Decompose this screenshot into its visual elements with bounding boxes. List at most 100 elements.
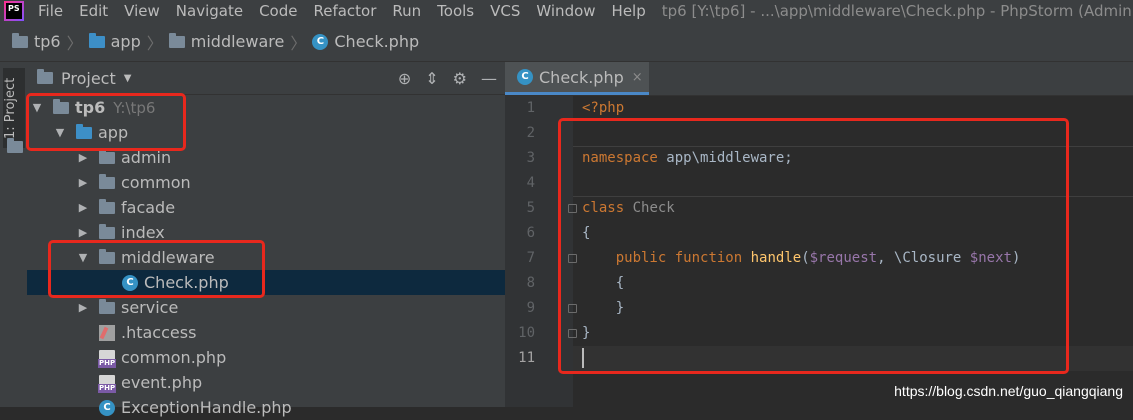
menu-help[interactable]: Help [604,2,654,20]
code-line-5: class Check [582,200,675,216]
tree-item-exceptionhandle-php[interactable]: C ExceptionHandle.php [27,395,505,420]
tree-item-event-php[interactable]: event.php [27,370,505,395]
line-number-current: 11 [518,350,535,366]
gear-icon[interactable]: ⚙ [453,69,467,88]
editor-tab-bar: C Check.php × [505,62,1133,96]
fold-marker-icon[interactable] [568,204,577,213]
left-tool-strip: 1: Project [0,62,28,407]
breadcrumb-tp6[interactable]: tp6 [12,32,61,51]
close-icon[interactable]: × [632,70,643,85]
tree-item-tp6[interactable]: ▼ tp6 Y:\tp6 [27,95,505,120]
tree-item-check-php[interactable]: C Check.php [27,270,505,295]
editor-area: C Check.php × 1 2 3 4 5 6 7 8 9 10 11 <?… [505,62,1133,407]
menu-window[interactable]: Window [528,2,603,20]
tab-check-php[interactable]: C Check.php × [505,62,649,95]
tree-item-index[interactable]: ▶ index [27,220,505,245]
fold-marker-icon[interactable] [568,254,577,263]
folder-icon [99,148,115,164]
php-class-icon: C [99,399,115,416]
fold-marker-icon[interactable] [568,304,577,313]
line-number: 1 [526,100,535,116]
tree-item-path-hint: Y:\tp6 [113,98,156,117]
menu-tools[interactable]: Tools [429,2,482,20]
tree-item-facade[interactable]: ▶ facade [27,195,505,220]
expanded-arrow-icon[interactable]: ▼ [54,126,66,139]
structure-folder-icon[interactable] [7,138,23,153]
folder-icon [99,223,115,239]
hide-panel-icon[interactable]: — [481,69,497,88]
line-number: 10 [518,325,535,341]
breadcrumb-check-php[interactable]: C Check.php [312,32,419,51]
menu-file[interactable]: File [30,2,71,20]
tree-item-label: Check.php [144,273,229,292]
collapsed-arrow-icon[interactable]: ▶ [77,201,89,214]
phpstorm-logo-icon: PS [4,1,24,21]
breadcrumb-separator: 〉 [66,33,83,53]
tree-item-htaccess[interactable]: .htaccess [27,320,505,345]
chevron-down-icon[interactable]: ▼ [124,73,132,84]
line-number-gutter: 1 2 3 4 5 6 7 8 9 10 11 [505,96,577,407]
line-number: 6 [526,225,535,241]
tree-item-common[interactable]: ▶ common [27,170,505,195]
tree-item-app[interactable]: ▼ app [27,120,505,145]
collapsed-arrow-icon[interactable]: ▶ [77,151,89,164]
tree-item-label: ExceptionHandle.php [121,398,292,417]
line-number: 8 [526,275,535,291]
collapsed-arrow-icon[interactable]: ▶ [77,301,89,314]
project-tool-tab[interactable]: 1: Project [3,68,25,148]
menu-edit[interactable]: Edit [71,2,116,20]
tree-item-middleware[interactable]: ▼ middleware [27,245,505,270]
menu-bar: PS File Edit View Navigate Code Refactor… [0,0,1133,22]
breadcrumb-separator: 〉 [290,33,307,53]
menu-refactor[interactable]: Refactor [305,2,384,20]
php-class-icon: C [517,69,533,85]
php-file-icon [98,374,117,393]
line-number: 9 [526,300,535,316]
code-line-7: public function handle($request, \Closur… [615,250,1021,266]
line-number: 3 [526,150,535,166]
code-line-1: <?php [582,100,625,116]
panel-header-tools: ⊕ ⇕ ⚙ — [398,62,497,94]
tree-item-label: facade [121,198,176,217]
php-file-icon [98,349,117,368]
line-number: 5 [526,200,535,216]
fold-marker-icon[interactable] [568,329,577,338]
folder-icon [99,173,115,189]
tree-item-admin[interactable]: ▶ admin [27,145,505,170]
line-number: 4 [526,175,535,191]
line-number: 2 [526,125,535,141]
expanded-arrow-icon[interactable]: ▼ [77,251,89,264]
breadcrumb-app[interactable]: app [88,32,141,51]
watermark: https://blog.csdn.net/guo_qiangqiang [894,383,1123,399]
php-class-icon: C [312,33,329,50]
menu-code[interactable]: Code [251,2,305,20]
source-folder-icon [76,123,92,139]
tree-item-label: middleware [121,248,215,267]
expanded-arrow-icon[interactable]: ▼ [31,101,43,114]
menu-navigate[interactable]: Navigate [168,2,251,20]
tree-item-common-php[interactable]: common.php [27,345,505,370]
code-line-10: } [582,325,591,341]
menu-vcs[interactable]: VCS [482,2,528,20]
project-panel-title[interactable]: Project [61,69,116,88]
collapsed-arrow-icon[interactable]: ▶ [77,176,89,189]
folder-icon [99,298,115,314]
project-panel-header: Project ▼ ⊕ ⇕ ⚙ — [27,62,505,95]
folder-icon [99,198,115,214]
collapse-all-icon[interactable]: ⇕ [425,69,438,88]
menu-run[interactable]: Run [384,2,429,20]
menu-view[interactable]: View [116,2,168,20]
folder-icon [99,248,115,264]
tree-item-label: tp6 [75,98,106,117]
tree-item-label: common.php [121,348,227,367]
breadcrumb-middleware[interactable]: middleware [168,32,284,51]
tree-item-service[interactable]: ▶ service [27,295,505,320]
folder-icon [88,32,105,48]
collapsed-arrow-icon[interactable]: ▶ [77,226,89,239]
project-folder-icon [37,69,53,84]
locate-crosshair-icon[interactable]: ⊕ [398,69,411,88]
project-tree: ▼ tp6 Y:\tp6 ▼ app ▶ admin ▶ common ▶ facade ▶ index… [27,95,505,420]
tree-item-label: common [121,173,191,192]
project-panel: Project ▼ ⊕ ⇕ ⚙ — ▼ tp6 Y:\tp6 ▼ app ▶ admin ▶ c… [27,62,506,417]
tree-item-label: index [121,223,165,242]
